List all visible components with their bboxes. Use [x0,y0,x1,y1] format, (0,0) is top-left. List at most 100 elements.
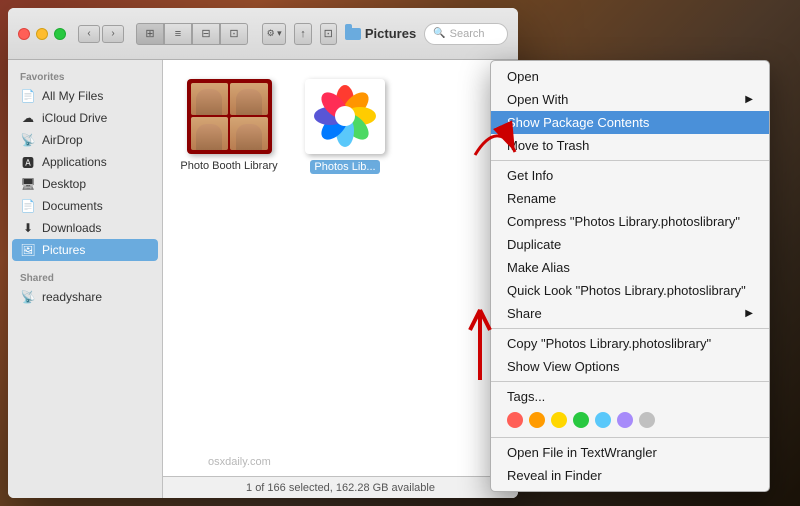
window-title-text: Pictures [365,26,416,41]
menu-open-label: Open [507,69,539,84]
menu-tag-dots [491,408,769,434]
tag-green[interactable] [573,412,589,428]
menu-get-info-label: Get Info [507,168,553,183]
share-submenu-arrow: ▶ [745,308,753,319]
menu-item-compress[interactable]: Compress "Photos Library.photoslibrary" [491,210,769,233]
menu-item-show-package[interactable]: Show Package Contents [491,111,769,134]
sidebar-item-label: Applications [42,155,107,169]
menu-item-make-alias[interactable]: Make Alias [491,256,769,279]
forward-button[interactable]: › [102,25,124,43]
menu-move-trash-label: Move to Trash [507,138,589,153]
tag-blue[interactable] [595,412,611,428]
context-menu: Open Open With ▶ Show Package Contents M… [490,60,770,492]
search-icon: 🔍 [433,28,445,39]
tag-yellow[interactable] [551,412,567,428]
menu-item-open-textwrangler[interactable]: Open File in TextWrangler [491,441,769,464]
pb-photo-2 [230,83,268,116]
photobooth-icon-container [184,76,274,156]
sidebar-item-label: iCloud Drive [42,111,107,125]
arrange-button[interactable]: ⚙ ▾ [262,23,286,45]
sidebar-item-label: readyshare [42,290,102,304]
menu-item-move-to-trash[interactable]: Move to Trash [491,134,769,157]
tag-gray[interactable] [639,412,655,428]
menu-item-share[interactable]: Share ▶ [491,302,769,325]
menu-share-label: Share [507,306,542,321]
sidebar-item-label: Desktop [42,177,86,191]
sidebar-item-airdrop[interactable]: 📡 AirDrop [8,129,162,151]
folder-icon [345,28,361,40]
menu-copy-label: Copy "Photos Library.photoslibrary" [507,336,711,351]
list-view-button[interactable]: ≡ [164,23,192,45]
icon-view-button[interactable]: ⊞ [136,23,164,45]
photobooth-icon [187,79,272,154]
sidebar-item-downloads[interactable]: ⬇ Downloads [8,217,162,239]
search-box[interactable]: 🔍 Search [424,23,508,45]
menu-item-show-view[interactable]: Show View Options [491,355,769,378]
menu-open-with-label: Open With [507,92,568,107]
menu-item-rename[interactable]: Rename [491,187,769,210]
photos-flower-svg [310,81,380,151]
photos-icon [305,79,385,154]
watermark: osxdaily.com [208,456,271,468]
sidebar-item-applications[interactable]: 🅰 Applications [8,151,162,173]
pictures-icon: 🖼 [20,242,36,258]
menu-separator-4 [491,437,769,438]
sidebar-item-label: AirDrop [42,133,83,147]
traffic-lights [18,28,66,40]
gallery-view-button[interactable]: ⊡ [220,23,248,45]
menu-tags-label: Tags... [507,389,545,404]
menu-item-get-info[interactable]: Get Info [491,164,769,187]
view-buttons: ⊞ ≡ ⊟ ⊡ [136,23,248,45]
sidebar-item-label: Downloads [42,221,101,235]
sidebar-item-pictures[interactable]: 🖼 Pictures [12,239,158,261]
sidebar-item-label: Pictures [42,243,85,257]
minimize-button[interactable] [36,28,48,40]
sidebar-item-all-my-files[interactable]: 📄 All My Files [8,85,162,107]
status-text: 1 of 166 selected, 162.28 GB available [246,482,435,494]
status-bar: 1 of 166 selected, 162.28 GB available [163,476,518,498]
sidebar-item-icloud-drive[interactable]: ☁ iCloud Drive [8,107,162,129]
tag-purple[interactable] [617,412,633,428]
maximize-button[interactable] [54,28,66,40]
springload-button[interactable]: ⊡ [320,23,337,45]
sidebar-item-documents[interactable]: 📄 Documents [8,195,162,217]
back-button[interactable]: ‹ [78,25,100,43]
menu-separator-1 [491,160,769,161]
search-placeholder: Search [450,28,485,40]
close-button[interactable] [18,28,30,40]
file-grid: Photo Booth Library [163,60,518,476]
menu-compress-label: Compress "Photos Library.photoslibrary" [507,214,740,229]
menu-item-quick-look[interactable]: Quick Look "Photos Library.photoslibrary… [491,279,769,302]
window-title: Pictures [345,26,416,41]
tag-orange[interactable] [529,412,545,428]
photobooth-label: Photo Booth Library [180,160,277,172]
menu-item-tags[interactable]: Tags... [491,385,769,408]
file-item-photobooth[interactable]: Photo Booth Library [179,76,279,172]
nav-buttons: ‹ › [78,25,124,43]
title-bar: ‹ › ⊞ ≡ ⊟ ⊡ ⚙ ▾ ↑ ⊡ Pictures 🔍 Search [8,8,518,60]
action-button[interactable]: ↑ [294,23,311,45]
menu-quick-look-label: Quick Look "Photos Library.photoslibrary… [507,283,746,298]
menu-item-duplicate[interactable]: Duplicate [491,233,769,256]
menu-item-reveal[interactable]: Reveal in Finder [491,464,769,487]
sidebar: Favorites 📄 All My Files ☁ iCloud Drive … [8,60,163,498]
submenu-arrow: ▶ [745,94,753,105]
menu-rename-label: Rename [507,191,556,206]
menu-duplicate-label: Duplicate [507,237,561,252]
sidebar-item-readyshare[interactable]: 📡 readyshare [8,286,162,308]
sidebar-item-desktop[interactable]: 🖥 Desktop [8,173,162,195]
menu-item-open-with[interactable]: Open With ▶ [491,88,769,111]
airdrop-icon: 📡 [20,132,36,148]
window-body: Favorites 📄 All My Files ☁ iCloud Drive … [8,60,518,498]
menu-item-copy[interactable]: Copy "Photos Library.photoslibrary" [491,332,769,355]
menu-item-open[interactable]: Open [491,65,769,88]
pb-photo-3 [191,117,229,150]
menu-show-view-label: Show View Options [507,359,620,374]
tag-red[interactable] [507,412,523,428]
icloud-icon: ☁ [20,110,36,126]
column-view-button[interactable]: ⊟ [192,23,220,45]
menu-show-package-label: Show Package Contents [507,115,649,130]
desktop-icon: 🖥 [20,176,36,192]
photos-label: Photos Lib... [310,160,379,174]
file-item-photos[interactable]: Photos Lib... [295,76,395,174]
